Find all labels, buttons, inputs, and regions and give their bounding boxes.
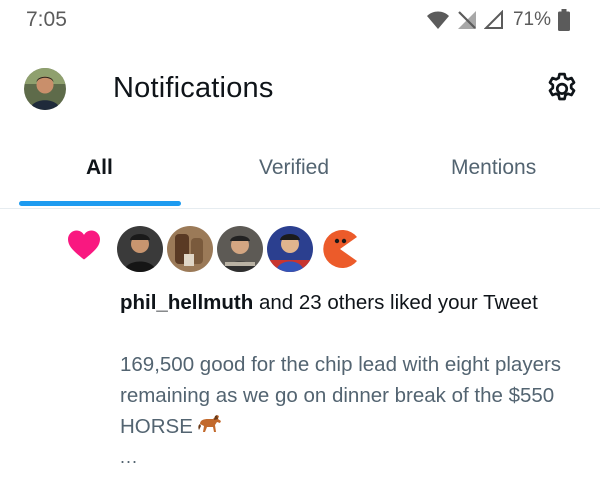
notification-tabs: All Verified Mentions [0, 146, 600, 209]
avatar[interactable] [317, 226, 363, 272]
settings-button[interactable] [543, 70, 581, 108]
avatar[interactable] [267, 226, 313, 272]
battery-percent: 71% [512, 9, 551, 30]
app-header: Notifications [0, 58, 600, 120]
liker-avatars [117, 226, 363, 272]
wifi-icon [426, 11, 449, 29]
heart-icon [68, 230, 100, 260]
liker-username[interactable]: phil_hellmuth [120, 291, 253, 314]
tab-mentions[interactable]: Mentions [451, 156, 536, 180]
tweet-preview[interactable]: 169,500 good for the chip lead with eigh… [120, 349, 580, 442]
status-icons: 71% [426, 9, 570, 31]
cell-signal-icon [483, 10, 503, 29]
tweet-text: 169,500 good for the chip lead with eigh… [120, 353, 562, 438]
more-indicator: ... [120, 447, 139, 467]
profile-avatar[interactable] [24, 68, 66, 110]
notification-action-text: and 23 others liked your Tweet [253, 291, 538, 314]
avatar[interactable] [167, 226, 213, 272]
notification-item[interactable]: phil_hellmuth and 23 others liked your T… [0, 209, 600, 477]
avatar[interactable] [117, 226, 163, 272]
battery-icon [558, 9, 570, 31]
profile-avatar-image [24, 68, 66, 110]
no-signal-icon [457, 11, 476, 29]
tab-all[interactable]: All [86, 156, 113, 180]
tab-verified[interactable]: Verified [259, 156, 329, 180]
gear-icon [548, 72, 576, 101]
horse-icon [198, 415, 221, 432]
status-time: 7:05 [26, 8, 67, 31]
page-title: Notifications [113, 72, 274, 104]
avatar[interactable] [217, 226, 263, 272]
notification-headline: phil_hellmuth and 23 others liked your T… [120, 287, 570, 318]
status-bar: 7:05 71% [0, 0, 600, 44]
active-tab-indicator [19, 201, 181, 206]
